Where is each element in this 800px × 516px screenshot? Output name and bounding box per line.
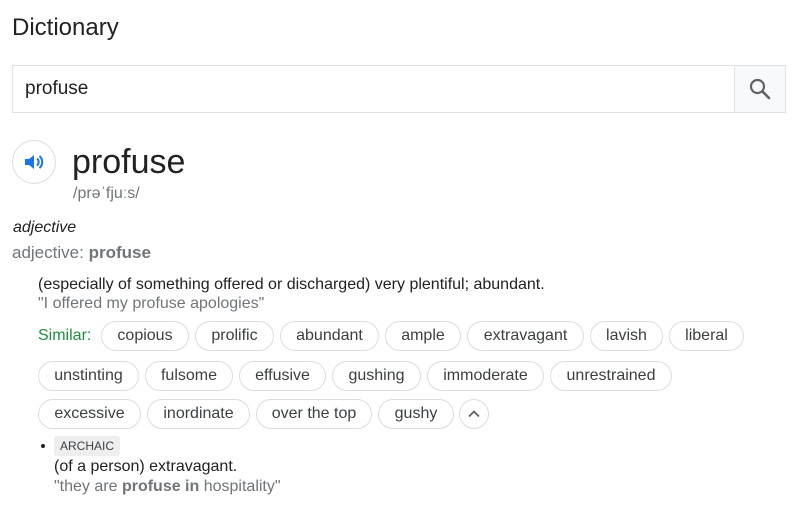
- example-text: hospitality": [199, 478, 281, 495]
- similar-label: Similar:: [38, 327, 92, 344]
- similar-chip[interactable]: copious: [101, 321, 189, 351]
- speaker-icon: [25, 155, 44, 169]
- pos-header: adjective: profuse: [12, 243, 151, 263]
- definition-text: (especially of something offered or disc…: [38, 276, 545, 293]
- chevron-up-icon: [468, 410, 480, 418]
- part-of-speech: adjective: [13, 219, 77, 236]
- similar-chip[interactable]: over the top: [256, 399, 372, 429]
- similar-chip[interactable]: effusive: [239, 361, 326, 391]
- similar-chip[interactable]: lavish: [590, 321, 663, 351]
- similar-chip[interactable]: inordinate: [147, 399, 250, 429]
- example-highlight: profuse in: [121, 478, 200, 495]
- list-bullet: [41, 444, 45, 448]
- search-icon: [749, 78, 771, 100]
- pos-label: adjective:: [12, 243, 84, 262]
- page-title: Dictionary: [12, 14, 119, 41]
- similar-chip[interactable]: fulsome: [145, 361, 233, 391]
- collapse-similar-button[interactable]: [459, 399, 489, 429]
- similar-chip[interactable]: unrestrained: [550, 361, 672, 391]
- example-text: "they are: [54, 478, 122, 495]
- phonetic: /prəˈfjuːs/: [73, 185, 140, 202]
- similar-chip[interactable]: ample: [385, 321, 461, 351]
- search-button[interactable]: [734, 66, 785, 112]
- search-bar: [12, 65, 786, 113]
- register-badge: ARCHAIC: [54, 436, 121, 456]
- similar-chip[interactable]: liberal: [669, 321, 744, 351]
- similar-chip[interactable]: unstinting: [38, 361, 139, 391]
- similar-chip[interactable]: prolific: [195, 321, 274, 351]
- search-input[interactable]: [13, 66, 734, 112]
- pos-word: profuse: [88, 243, 151, 262]
- similar-chip[interactable]: extravagant: [467, 321, 584, 351]
- similar-chip[interactable]: gushing: [332, 361, 421, 391]
- similar-chip[interactable]: excessive: [38, 399, 141, 429]
- pronounce-button[interactable]: [12, 140, 56, 184]
- headword: profuse: [72, 143, 186, 181]
- similar-chip[interactable]: abundant: [280, 321, 379, 351]
- similar-chip[interactable]: immoderate: [427, 361, 544, 391]
- definition-text: (of a person) extravagant.: [54, 458, 238, 475]
- similar-chip[interactable]: gushy: [378, 399, 454, 429]
- definition-example: "they are profuse in hospitality": [54, 478, 281, 496]
- definition-example: "I offered my profuse apologies": [38, 295, 265, 312]
